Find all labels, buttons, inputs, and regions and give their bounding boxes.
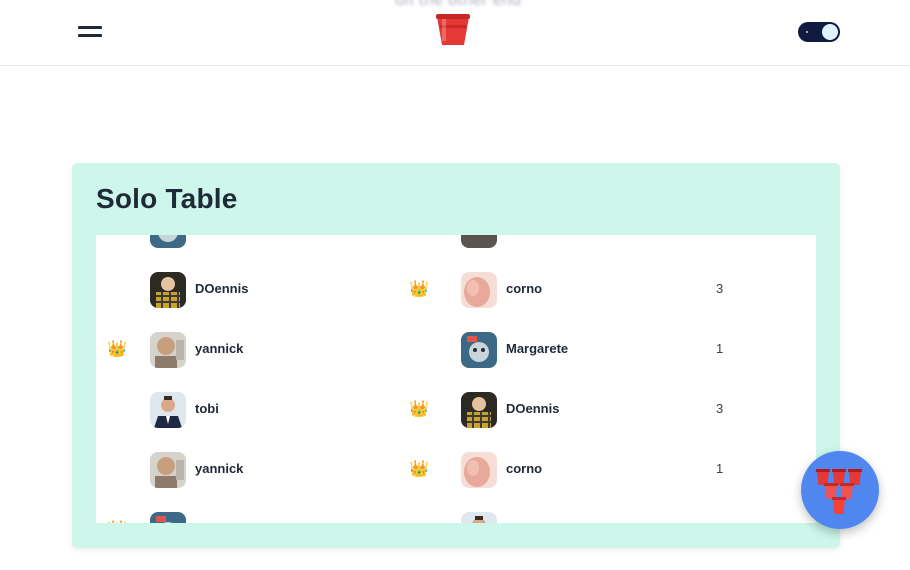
blue-avatar: [150, 235, 186, 248]
scroll-table[interactable]: DOennis 👑 corno 3 👑 yannick Margarete 1 tobi…: [96, 235, 816, 523]
crown-icon: 👑: [409, 279, 429, 298]
player-two-name: Margarete: [506, 341, 569, 356]
card-title: Solo Table: [96, 183, 238, 214]
player-one-name: tobi: [195, 401, 219, 416]
hamburger-icon[interactable]: [78, 24, 102, 40]
table-row[interactable]: 👑 yannick Margarete 1: [96, 320, 816, 380]
crown-icon: 👑: [107, 339, 127, 358]
moon-toggle-icon: [822, 24, 838, 40]
bald-avatar: [150, 452, 186, 488]
player-one-name: yannick: [195, 341, 244, 356]
cups-left-score: 1: [716, 521, 746, 523]
player-one-name: Margarete: [195, 521, 257, 523]
beer-pong-cups-icon: [816, 469, 862, 514]
player-one-name: DOennis: [195, 281, 249, 296]
cups-left-score: 3: [716, 401, 724, 416]
suit-avatar: [150, 392, 186, 428]
table-row[interactable]: DOennis 👑 corno 3: [96, 260, 816, 320]
top-header: on the other end: [0, 0, 910, 66]
solo-table-card: Solo Table DOennis 👑 corno 3 👑 yannick Marg…: [72, 163, 840, 548]
theme-toggle[interactable]: [798, 22, 840, 42]
table-row[interactable]: yannick 👑 corno 1: [96, 440, 816, 500]
red-cup-icon[interactable]: [434, 11, 472, 47]
plaid-avatar: [150, 272, 186, 308]
blue-avatar: [461, 332, 497, 368]
player-two-name: DOennis: [506, 401, 560, 416]
table-row[interactable]: 👑 Margarete tobi 1: [96, 500, 816, 523]
crown-icon: 👑: [409, 399, 429, 418]
beer-pong-fab[interactable]: [801, 451, 879, 529]
pink-avatar: [461, 272, 497, 308]
bald-avatar: [150, 332, 186, 368]
plaid-avatar: [461, 392, 497, 428]
player-two-name: tobi: [506, 521, 530, 523]
cups-left-score: 3: [716, 281, 724, 296]
crown-icon: 👑: [107, 518, 127, 523]
blue-avatar: [150, 512, 186, 523]
table-row[interactable]: tobi 👑 DOennis 3: [96, 380, 816, 440]
player-two-name: corno: [506, 281, 543, 296]
cups-left-score: 1: [716, 341, 724, 356]
dark-avatar: [461, 235, 497, 248]
ghost-text: on the other end: [395, 0, 521, 9]
suit-avatar: [461, 512, 497, 523]
player-two-name: corno: [506, 461, 543, 476]
crown-icon: 👑: [409, 459, 429, 478]
pink-avatar: [461, 452, 497, 488]
table-row[interactable]: [96, 235, 816, 260]
player-one-name: yannick: [195, 461, 244, 476]
cups-left-score: 1: [716, 461, 724, 476]
